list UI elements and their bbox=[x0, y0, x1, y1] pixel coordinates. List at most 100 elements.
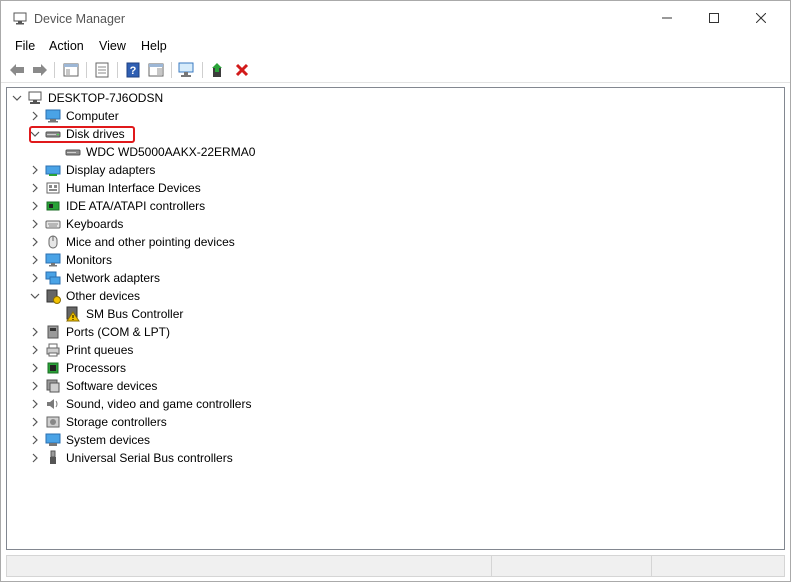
chevron-right-icon[interactable] bbox=[29, 377, 41, 395]
chevron-down-icon[interactable] bbox=[11, 89, 23, 107]
chevron-right-icon[interactable] bbox=[29, 197, 41, 215]
chevron-right-icon[interactable] bbox=[29, 359, 41, 377]
minimize-icon bbox=[662, 17, 672, 19]
storage-controller-icon bbox=[45, 414, 61, 430]
tree-category[interactable]: Human Interface Devices bbox=[29, 179, 203, 197]
system-device-icon bbox=[45, 432, 61, 448]
tree-category[interactable]: Computer bbox=[29, 107, 121, 125]
network-adapter-icon bbox=[45, 270, 61, 286]
tree-category-label: Print queues bbox=[66, 343, 134, 357]
menu-action[interactable]: Action bbox=[49, 39, 84, 53]
tree-category-label: Other devices bbox=[66, 289, 141, 303]
sound-icon bbox=[45, 396, 61, 412]
tree-category[interactable]: Keyboards bbox=[29, 215, 125, 233]
action-pane-button[interactable] bbox=[146, 60, 166, 80]
chevron-right-icon[interactable] bbox=[29, 323, 41, 341]
toolbar-separator bbox=[117, 62, 118, 78]
minimize-button[interactable] bbox=[644, 1, 690, 35]
show-hide-console-tree-button[interactable] bbox=[61, 60, 81, 80]
computer-root-icon bbox=[27, 90, 43, 106]
monitor-icon bbox=[45, 252, 61, 268]
software-device-icon bbox=[45, 378, 61, 394]
chevron-right-icon[interactable] bbox=[29, 413, 41, 431]
tree-category[interactable]: Other devices bbox=[29, 287, 142, 305]
chevron-right-icon[interactable] bbox=[29, 449, 41, 467]
tree-category[interactable]: IDE ATA/ATAPI controllers bbox=[29, 197, 207, 215]
forward-icon bbox=[33, 64, 47, 76]
tree-category[interactable]: Mice and other pointing devices bbox=[29, 233, 237, 251]
tree-device-label: SM Bus Controller bbox=[86, 307, 184, 321]
maximize-button[interactable] bbox=[691, 1, 737, 35]
close-button[interactable] bbox=[738, 1, 784, 35]
show-hide-console-tree-icon bbox=[63, 63, 79, 77]
tree-category-label: Human Interface Devices bbox=[66, 181, 201, 195]
status-bar bbox=[6, 555, 785, 577]
chevron-right-icon[interactable] bbox=[29, 233, 41, 251]
tree-category[interactable]: Print queues bbox=[29, 341, 135, 359]
chevron-right-icon[interactable] bbox=[29, 395, 41, 413]
menu-bar: File Action View Help bbox=[1, 35, 790, 57]
forward-button[interactable] bbox=[30, 60, 50, 80]
update-driver-button[interactable] bbox=[208, 60, 228, 80]
tree-root-label: DESKTOP-7J6ODSN bbox=[48, 91, 164, 105]
tree-root[interactable]: DESKTOP-7J6ODSN bbox=[11, 89, 165, 107]
tree-category[interactable]: System devices bbox=[29, 431, 152, 449]
tree-category[interactable]: Network adapters bbox=[29, 269, 162, 287]
tree-device[interactable]: WDC WD5000AAKX-22ERMA0 bbox=[65, 143, 257, 161]
uninstall-device-button[interactable] bbox=[232, 60, 252, 80]
menu-file[interactable]: File bbox=[15, 39, 35, 53]
toolbar-separator bbox=[202, 62, 203, 78]
title-bar[interactable]: Device Manager bbox=[1, 1, 790, 35]
toolbar: ? bbox=[1, 57, 790, 83]
tree-category-label: Storage controllers bbox=[66, 415, 167, 429]
tree-category-label: Universal Serial Bus controllers bbox=[66, 451, 233, 465]
toolbar-separator bbox=[171, 62, 172, 78]
chevron-right-icon[interactable] bbox=[29, 107, 41, 125]
chevron-right-icon[interactable] bbox=[29, 431, 41, 449]
tree-category[interactable]: Processors bbox=[29, 359, 128, 377]
tree-device-label: WDC WD5000AAKX-22ERMA0 bbox=[86, 145, 256, 159]
device-manager-app-icon bbox=[13, 12, 27, 25]
chevron-right-icon[interactable] bbox=[29, 341, 41, 359]
scan-hardware-changes-button[interactable] bbox=[177, 60, 197, 80]
tree-category[interactable]: Software devices bbox=[29, 377, 159, 395]
chevron-right-icon[interactable] bbox=[29, 269, 41, 287]
highlight-box bbox=[29, 126, 135, 143]
status-cell bbox=[7, 556, 492, 576]
tree-category[interactable]: Sound, video and game controllers bbox=[29, 395, 253, 413]
tree-category[interactable]: Display adapters bbox=[29, 161, 157, 179]
action-pane-icon bbox=[148, 63, 164, 77]
toolbar-separator bbox=[54, 62, 55, 78]
window-title: Device Manager bbox=[34, 12, 126, 26]
tree-category-label: Processors bbox=[66, 361, 127, 375]
menu-help[interactable]: Help bbox=[141, 39, 167, 53]
menu-view[interactable]: View bbox=[99, 39, 126, 53]
computer-icon bbox=[45, 108, 61, 124]
chevron-right-icon[interactable] bbox=[29, 215, 41, 233]
tree-category-label: Network adapters bbox=[66, 271, 161, 285]
back-button[interactable] bbox=[7, 60, 27, 80]
chevron-right-icon[interactable] bbox=[29, 251, 41, 269]
printer-icon bbox=[45, 342, 61, 358]
toolbar-separator bbox=[86, 62, 87, 78]
properties-button[interactable] bbox=[92, 60, 112, 80]
tree-category[interactable]: Storage controllers bbox=[29, 413, 169, 431]
display-adapter-icon bbox=[45, 162, 61, 178]
chevron-right-icon[interactable] bbox=[29, 179, 41, 197]
tree-category[interactable]: Monitors bbox=[29, 251, 114, 269]
scan-hardware-changes-icon bbox=[178, 62, 194, 77]
svg-text:?: ? bbox=[130, 65, 137, 77]
chevron-down-icon[interactable] bbox=[29, 287, 41, 305]
usb-icon bbox=[45, 450, 61, 466]
help-button[interactable]: ? bbox=[123, 60, 143, 80]
tree-category-label: Ports (COM & LPT) bbox=[66, 325, 171, 339]
tree-category-label: System devices bbox=[66, 433, 151, 447]
tree-category[interactable]: Universal Serial Bus controllers bbox=[29, 449, 235, 467]
device-tree[interactable]: DESKTOP-7J6ODSN Computer Disk drives WDC W… bbox=[6, 87, 785, 550]
properties-icon bbox=[95, 62, 109, 78]
tree-category-label: Sound, video and game controllers bbox=[66, 397, 252, 411]
chevron-right-icon[interactable] bbox=[29, 161, 41, 179]
tree-device[interactable]: SM Bus Controller bbox=[65, 305, 185, 323]
processor-icon bbox=[45, 360, 61, 376]
tree-category[interactable]: Ports (COM & LPT) bbox=[29, 323, 172, 341]
